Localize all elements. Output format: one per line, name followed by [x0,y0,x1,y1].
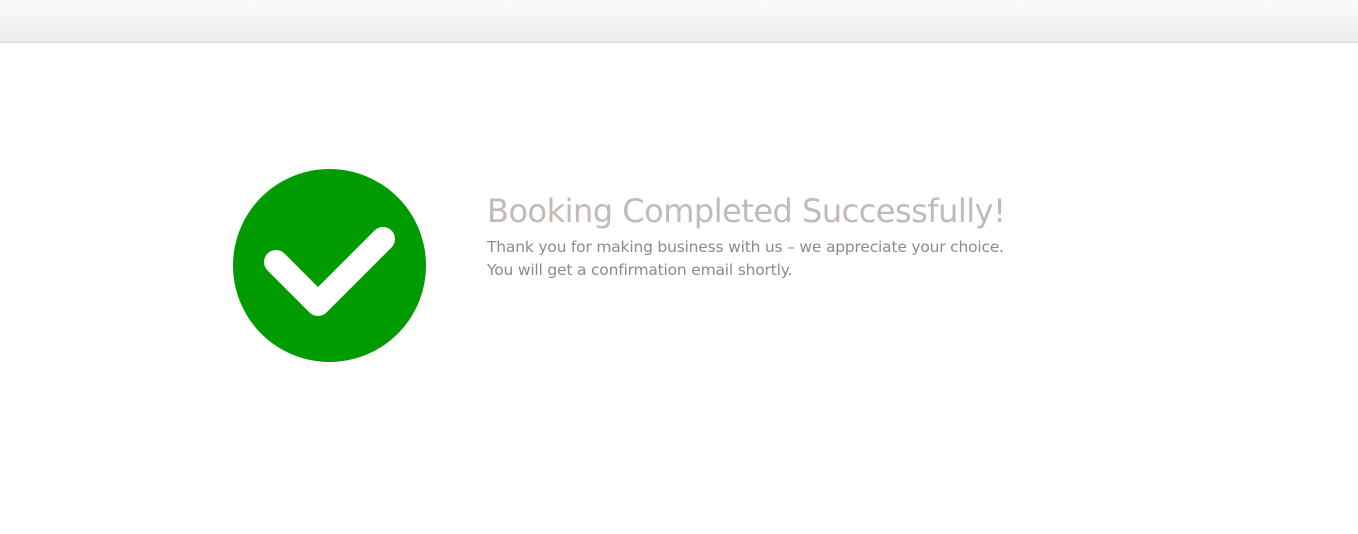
thank-you-text: Thank you for making business with us – … [487,238,1004,256]
check-circle-icon [233,169,426,362]
confirmation-email-text: You will get a confirmation email shortl… [487,261,793,279]
confirmation-title: Booking Completed Successfully! [487,192,1006,230]
confirmation-message: Booking Completed Successfully! Thank yo… [487,190,1047,282]
top-toolbar [0,0,1358,43]
